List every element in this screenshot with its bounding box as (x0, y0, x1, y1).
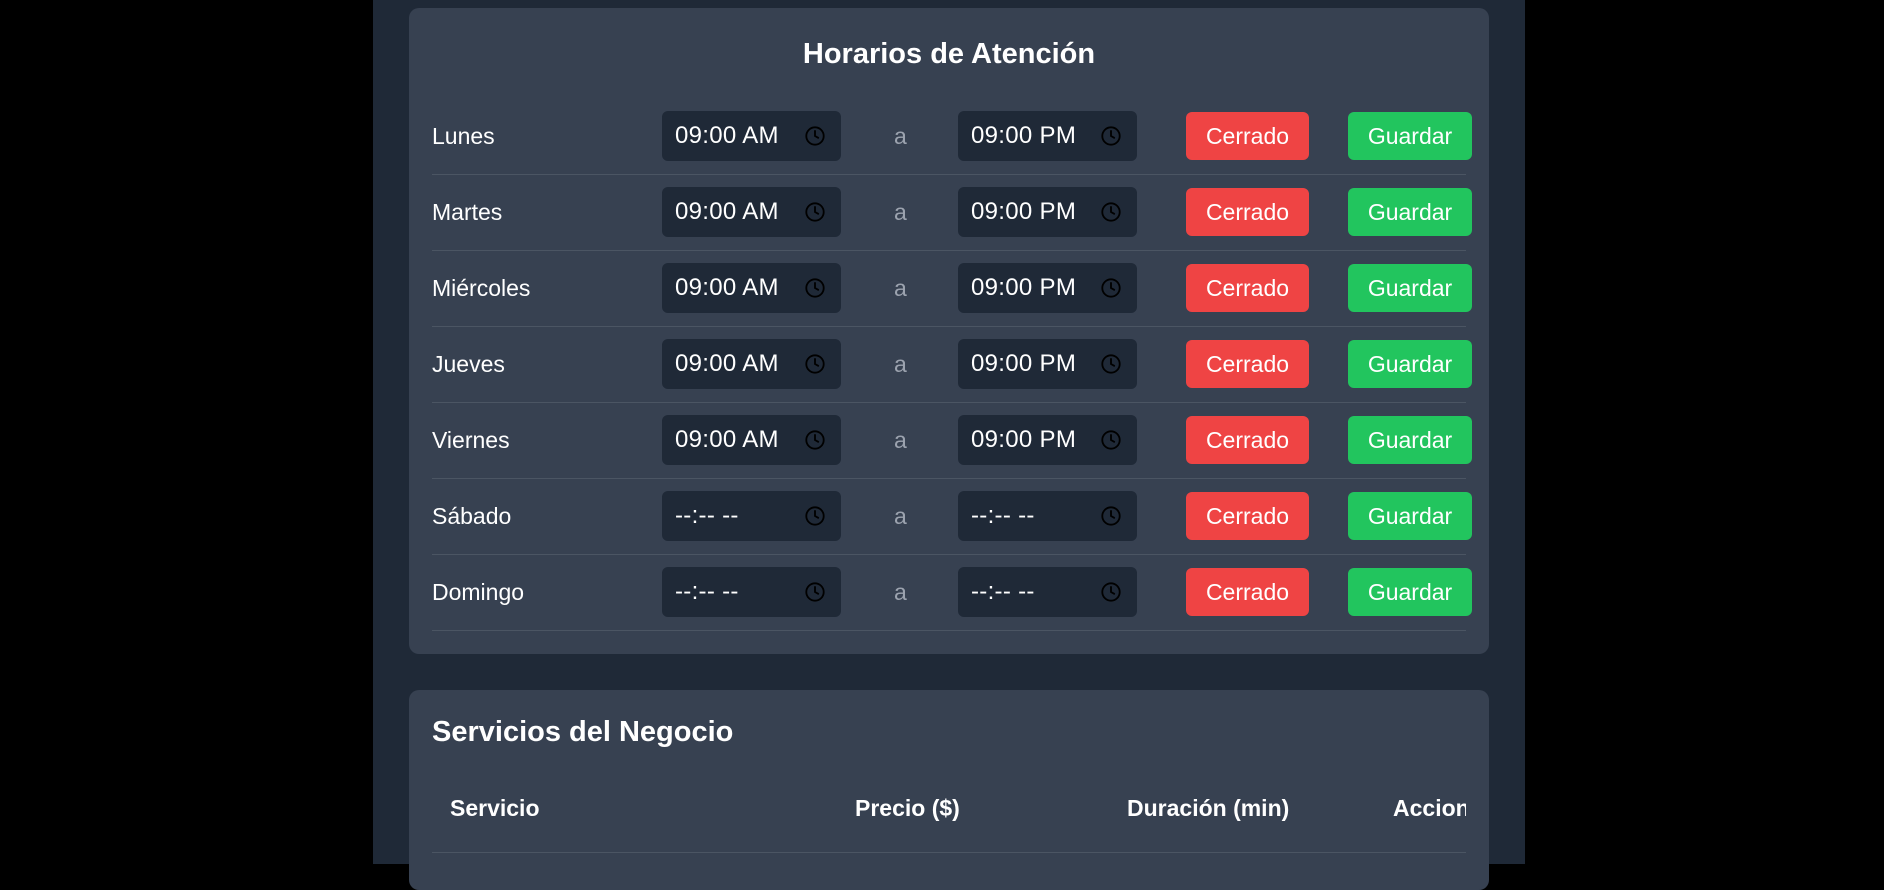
close-time-input[interactable]: --:-- -- (958, 567, 1137, 617)
close-time-value: 09:00 PM (971, 274, 1077, 301)
clock-icon[interactable] (804, 201, 826, 223)
open-time-value: 09:00 AM (675, 426, 779, 453)
close-time-value: 09:00 PM (971, 198, 1077, 225)
range-separator: a (894, 275, 907, 301)
save-button[interactable]: Guardar (1348, 416, 1472, 464)
closed-button[interactable]: Cerrado (1186, 264, 1309, 312)
services-table-header: Servicio Precio ($) Duración (min) Accio… (432, 780, 1466, 840)
close-time-input[interactable]: 09:00 PM (958, 415, 1137, 465)
day-label: Jueves (432, 351, 505, 377)
hours-row-miercoles: Miércoles 09:00 AM a 09:00 PM Cerrado Gu… (432, 250, 1472, 327)
clock-icon[interactable] (1100, 581, 1122, 603)
close-time-input[interactable]: 09:00 PM (958, 187, 1137, 237)
clock-icon[interactable] (804, 429, 826, 451)
save-button[interactable]: Guardar (1348, 188, 1472, 236)
range-separator: a (894, 427, 907, 453)
clock-icon[interactable] (1100, 353, 1122, 375)
day-label: Miércoles (432, 275, 531, 301)
table-header-divider (432, 852, 1466, 853)
close-time-input[interactable]: 09:00 PM (958, 111, 1137, 161)
range-separator: a (894, 351, 907, 377)
open-time-value: --:-- -- (675, 578, 739, 605)
open-time-value: 09:00 AM (675, 122, 779, 149)
range-separator: a (894, 199, 907, 225)
day-label: Lunes (432, 123, 495, 149)
clock-icon[interactable] (1100, 201, 1122, 223)
closed-button[interactable]: Cerrado (1186, 188, 1309, 236)
closed-button[interactable]: Cerrado (1186, 112, 1309, 160)
close-time-input[interactable]: --:-- -- (958, 491, 1137, 541)
day-label: Domingo (432, 579, 525, 605)
hours-row-domingo: Domingo --:-- -- a --:-- -- Cerrado Guar… (432, 554, 1472, 631)
clock-icon[interactable] (804, 353, 826, 375)
save-button[interactable]: Guardar (1348, 492, 1472, 540)
close-time-input[interactable]: 09:00 PM (958, 339, 1137, 389)
hours-row-viernes: Viernes 09:00 AM a 09:00 PM Cerrado Guar… (432, 402, 1472, 479)
clock-icon[interactable] (1100, 125, 1122, 147)
day-label: Sábado (432, 503, 512, 529)
open-time-input[interactable]: --:-- -- (662, 567, 841, 617)
clock-icon[interactable] (804, 125, 826, 147)
open-time-value: 09:00 AM (675, 350, 779, 377)
open-time-input[interactable]: 09:00 AM (662, 263, 841, 313)
column-header-price: Precio ($) (855, 795, 960, 821)
clock-icon[interactable] (804, 277, 826, 299)
hours-row-sabado: Sábado --:-- -- a --:-- -- Cerrado Guard… (432, 478, 1472, 555)
close-time-value: --:-- -- (971, 578, 1035, 605)
clock-icon[interactable] (804, 505, 826, 527)
open-time-value: --:-- -- (675, 502, 739, 529)
clock-icon[interactable] (1100, 429, 1122, 451)
main-column: Horarios de Atención Lunes 09:00 AM a 09… (373, 0, 1525, 890)
services-title: Servicios del Negocio (432, 716, 734, 748)
clock-icon[interactable] (804, 581, 826, 603)
column-header-actions: Acciones (1393, 795, 1466, 821)
save-button[interactable]: Guardar (1348, 264, 1472, 312)
open-time-input[interactable]: 09:00 AM (662, 111, 841, 161)
day-label: Martes (432, 199, 503, 225)
save-button[interactable]: Guardar (1348, 112, 1472, 160)
range-separator: a (894, 579, 907, 605)
closed-button[interactable]: Cerrado (1186, 492, 1309, 540)
save-button[interactable]: Guardar (1348, 568, 1472, 616)
close-time-value: 09:00 PM (971, 122, 1077, 149)
save-button[interactable]: Guardar (1348, 340, 1472, 388)
column-header-service: Servicio (450, 795, 540, 821)
hours-row-martes: Martes 09:00 AM a 09:00 PM Cerrado Guard… (432, 174, 1472, 251)
day-label: Viernes (432, 427, 510, 453)
close-time-value: 09:00 PM (971, 426, 1077, 453)
closed-button[interactable]: Cerrado (1186, 568, 1309, 616)
column-header-duration: Duración (min) (1127, 795, 1290, 821)
clock-icon[interactable] (1100, 277, 1122, 299)
open-time-value: 09:00 AM (675, 274, 779, 301)
closed-button[interactable]: Cerrado (1186, 416, 1309, 464)
open-time-input[interactable]: 09:00 AM (662, 415, 841, 465)
open-time-value: 09:00 AM (675, 198, 779, 225)
open-time-input[interactable]: 09:00 AM (662, 339, 841, 389)
clock-icon[interactable] (1100, 505, 1122, 527)
close-time-value: --:-- -- (971, 502, 1035, 529)
closed-button[interactable]: Cerrado (1186, 340, 1309, 388)
hours-row-jueves: Jueves 09:00 AM a 09:00 PM Cerrado Guard… (432, 326, 1472, 403)
services-card: Servicios del Negocio Servicio Precio ($… (409, 690, 1489, 890)
hours-title: Horarios de Atención (802, 38, 1096, 70)
close-time-input[interactable]: 09:00 PM (958, 263, 1137, 313)
open-time-input[interactable]: 09:00 AM (662, 187, 841, 237)
open-time-input[interactable]: --:-- -- (662, 491, 841, 541)
hours-card: Horarios de Atención Lunes 09:00 AM a 09… (409, 8, 1489, 654)
close-time-value: 09:00 PM (971, 350, 1077, 377)
range-separator: a (894, 503, 907, 529)
hours-row-lunes: Lunes 09:00 AM a 09:00 PM Cerrado Guarda… (432, 98, 1472, 175)
range-separator: a (894, 123, 907, 149)
